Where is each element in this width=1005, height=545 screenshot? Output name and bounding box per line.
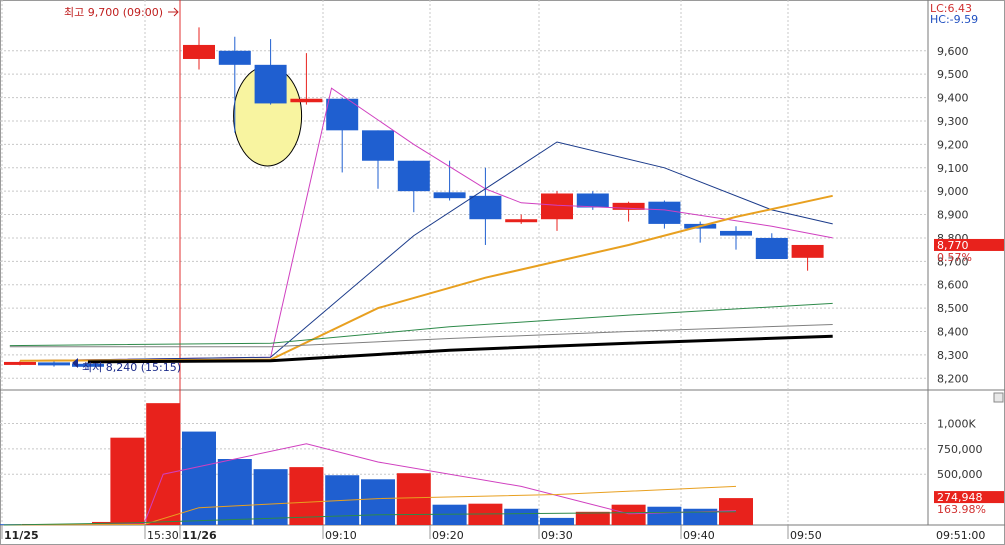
price-tick-label: 8,600 <box>937 279 969 292</box>
price-tick-label: 8,200 <box>937 372 969 385</box>
candle-body <box>4 361 36 365</box>
x-tick-label: 09:30 <box>541 529 573 542</box>
volume-bar <box>146 403 181 525</box>
candle-body <box>791 244 824 258</box>
volume-bar <box>253 469 288 525</box>
price-ma-line <box>9 324 833 348</box>
x-tick-label: 09:40 <box>683 529 715 542</box>
panel-menu-icon <box>993 392 1004 403</box>
candle-body <box>755 237 788 259</box>
high-annotation: 최고 9,700 (09:00) <box>64 6 163 19</box>
price-tick-label: 8,400 <box>937 326 969 339</box>
price-ma-line <box>19 194 833 362</box>
price-tick-label: 9,600 <box>937 45 969 58</box>
price-tick-label: 8,300 <box>937 349 969 362</box>
chart-marks <box>0 27 833 526</box>
candle-body <box>541 193 573 220</box>
current-change-label: 0.57% <box>937 251 972 264</box>
candle-body <box>648 201 681 224</box>
volume-tick-label: 500,000 <box>937 468 983 481</box>
price-tick-label: 9,500 <box>937 68 969 81</box>
low-annotation: 최저 8,240 (15:15) <box>82 361 181 374</box>
candle-body <box>397 160 430 192</box>
price-tick-label: 9,400 <box>937 92 969 105</box>
x-tick-label: 11/25 <box>4 529 39 542</box>
candle-body <box>38 362 70 366</box>
volume-bar <box>611 504 646 525</box>
volume-tick-label: 750,000 <box>937 443 983 456</box>
price-tick-label: 9,000 <box>937 185 969 198</box>
price-tick-label: 8,900 <box>937 209 969 222</box>
candle-body <box>469 195 502 220</box>
high-arrow <box>168 7 179 17</box>
volume-tick-label: 1,000K <box>937 417 976 430</box>
x-tick-label: 09:20 <box>432 529 464 542</box>
price-tick-label: 8,500 <box>937 302 969 315</box>
volume-bar <box>575 511 610 525</box>
volume-bar <box>361 479 395 525</box>
candle-body <box>290 98 323 103</box>
hc-label: HC:-9.59 <box>930 13 978 26</box>
x-tick-label: 09:10 <box>325 529 357 542</box>
volume-bar <box>217 459 252 525</box>
price-tick-label: 9,200 <box>937 138 969 151</box>
x-tick-label: 15:30 <box>147 529 179 542</box>
price-tick-label: 9,100 <box>937 162 969 175</box>
volume-bar <box>504 508 539 525</box>
x-tick-label: 11/26 <box>182 529 217 542</box>
candle-body <box>433 192 466 199</box>
volume-bar <box>540 517 574 525</box>
current-ratio-label: 163.98% <box>937 503 986 516</box>
candle-body <box>576 193 609 208</box>
candle-body <box>218 50 251 65</box>
price-tick-label: 9,300 <box>937 115 969 128</box>
candle-body <box>254 64 287 104</box>
candle-body <box>183 44 215 59</box>
volume-bar <box>647 506 682 525</box>
stock-chart: 9,600 9,500 9,400 9,300 9,200 9,100 9,000 8,900… <box>0 0 1005 545</box>
volume-bar <box>432 504 467 525</box>
volume-bar <box>110 437 145 525</box>
clock-label: 09:51:00 <box>936 529 985 542</box>
volume-bar <box>396 473 431 525</box>
candle-body <box>362 130 394 161</box>
x-tick-label: 09:50 <box>790 529 822 542</box>
candle-body <box>505 219 538 223</box>
candle-body <box>720 230 752 236</box>
